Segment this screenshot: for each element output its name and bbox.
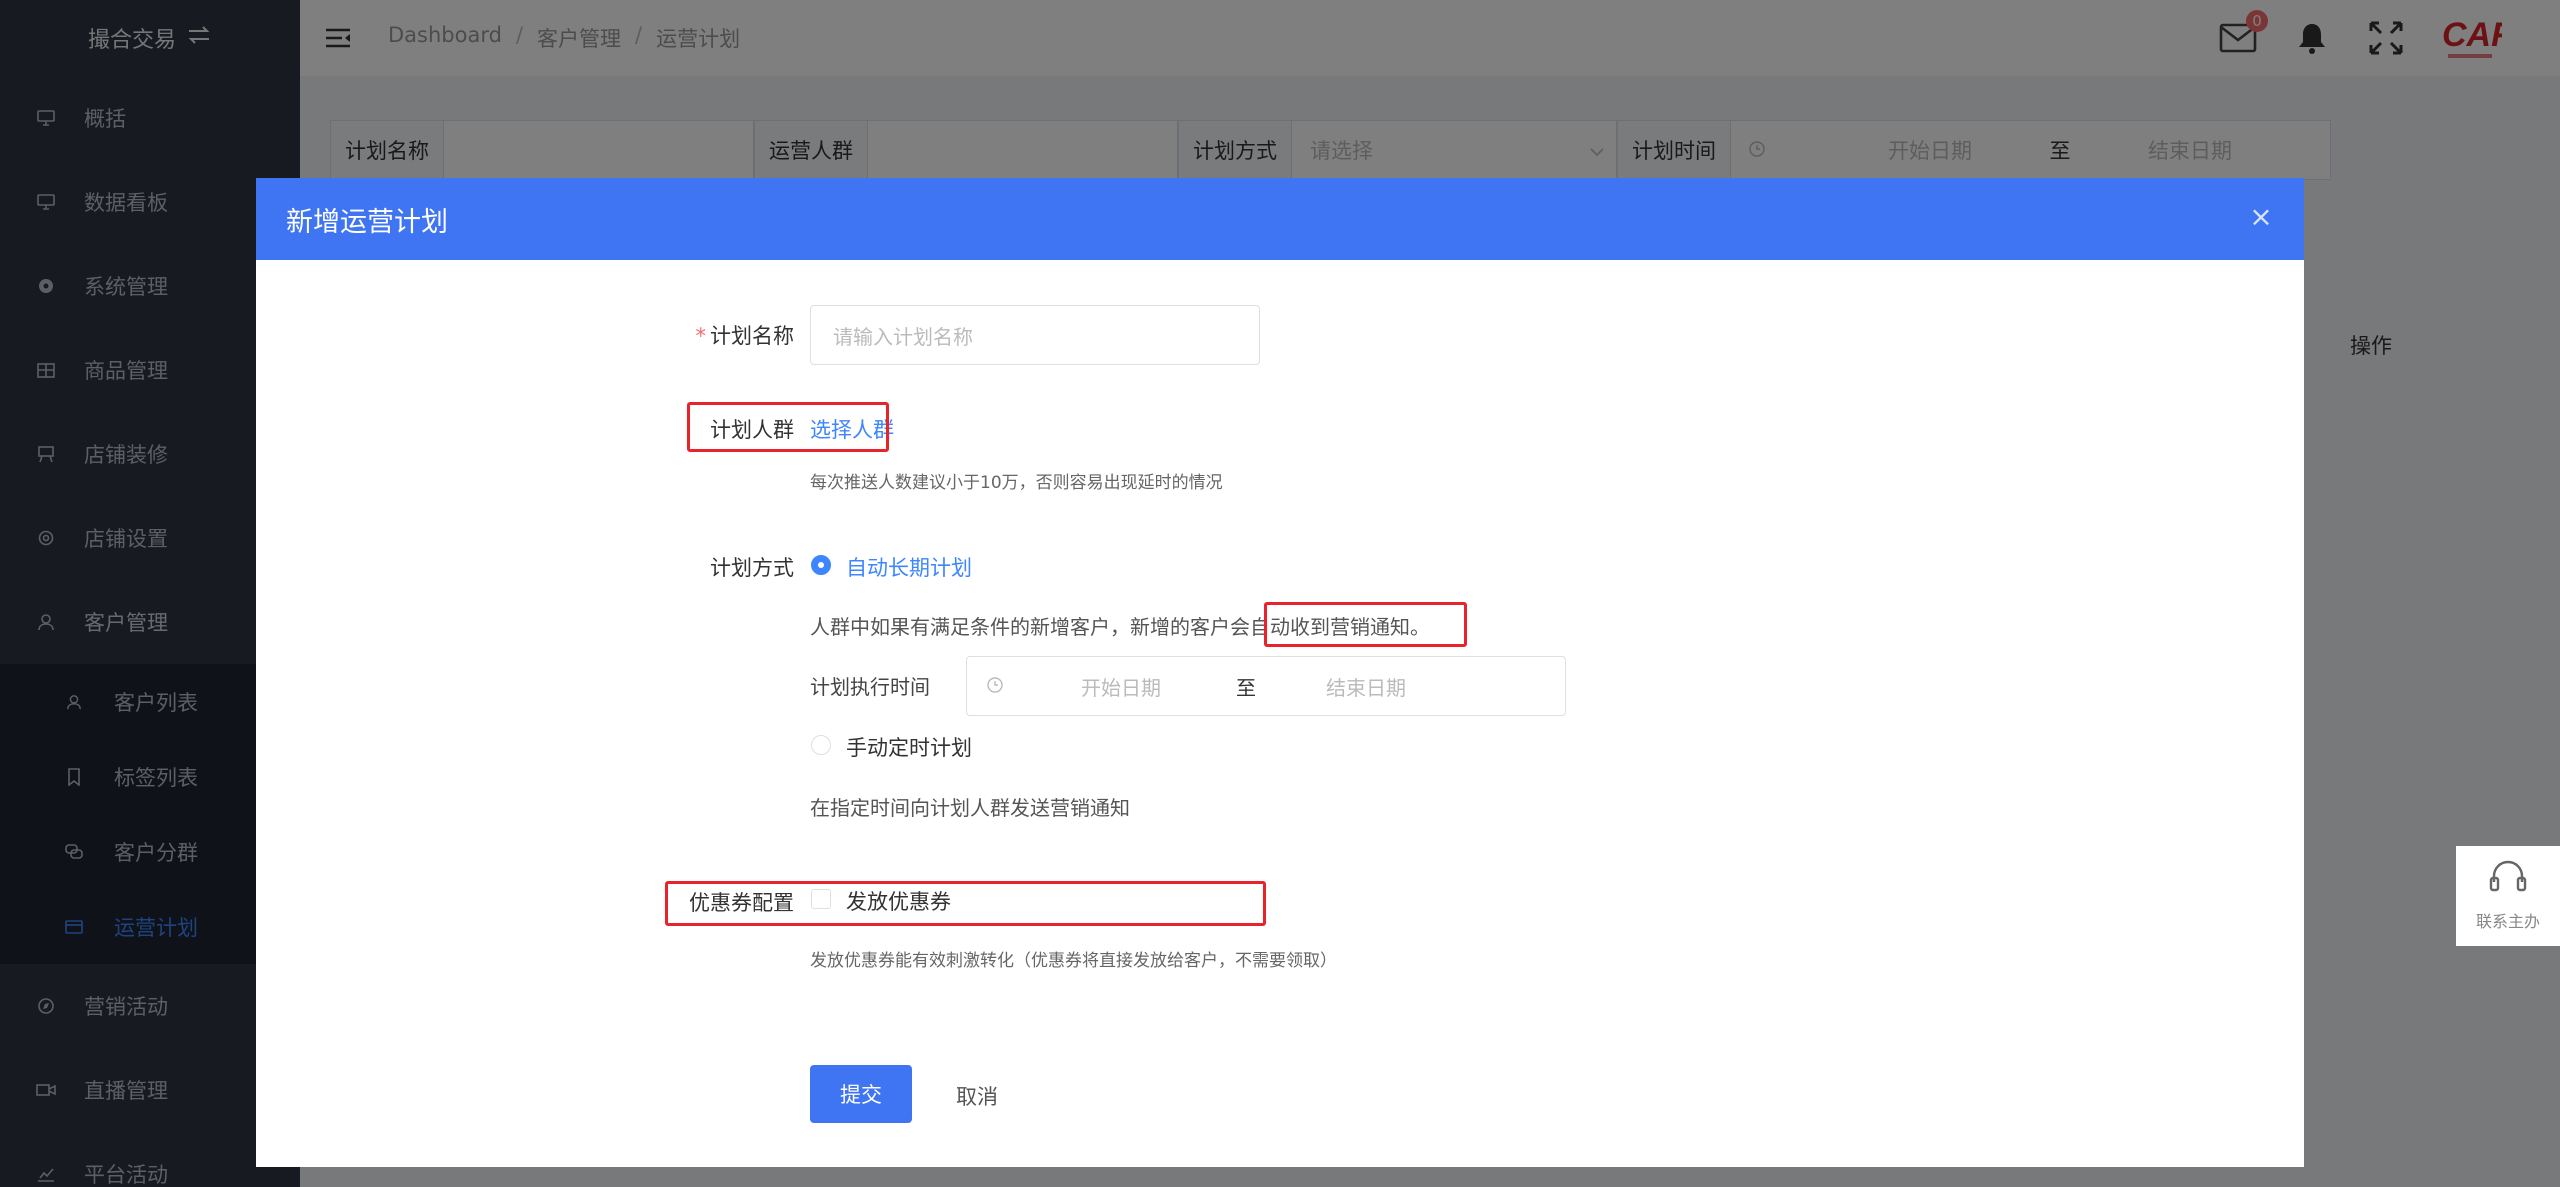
required-mark: * (695, 324, 707, 348)
coupon-hint: 发放优惠券能有效刺激转化（优惠券将直接发放给客户，不需要领取） (810, 951, 1337, 971)
plan-name-label: * 计划名称 (634, 320, 795, 350)
contact-organizer-widget[interactable]: 联系主办 (2456, 846, 2560, 946)
manual-plan-desc: 在指定时间向计划人群发送营销通知 (810, 796, 1130, 820)
exec-time-label: 计划执行时间 (810, 675, 930, 699)
highlight-box (687, 402, 889, 452)
crowd-hint: 每次推送人数建议小于10万，否则容易出现延时的情况 (810, 473, 1223, 493)
auto-desc-prefix: 人群中如果有满足条件的新增客户，新增的客户会 (810, 615, 1250, 639)
submit-button[interactable]: 提交 (810, 1065, 912, 1123)
auto-plan-option[interactable]: 自动长期计划 (846, 552, 972, 582)
modal-header: 新增运营计划 × (256, 178, 2304, 260)
exec-to: 至 (1236, 675, 1256, 700)
auto-plan-radio[interactable] (811, 555, 831, 575)
add-plan-modal: 新增运营计划 × * 计划名称 请输入计划名称 计划人群 选择人群 每次推送人数建… (256, 178, 2304, 1167)
highlight-box (1264, 602, 1467, 647)
close-icon[interactable]: × (2248, 203, 2274, 231)
manual-plan-option[interactable]: 手动定时计划 (846, 732, 972, 762)
headset-icon (2488, 860, 2528, 900)
plan-name-placeholder: 请输入计划名称 (833, 324, 973, 349)
exec-end-date: 结束日期 (1326, 675, 1406, 700)
plan-name-label-text: 计划名称 (710, 324, 794, 348)
modal-title: 新增运营计划 (286, 206, 448, 238)
highlight-box (665, 881, 1266, 926)
method-label: 计划方式 (710, 556, 794, 580)
contact-label: 联系主办 (2475, 912, 2540, 931)
manual-plan-radio[interactable] (811, 735, 831, 755)
plan-name-input[interactable]: 请输入计划名称 (810, 305, 1260, 365)
exec-start-date: 开始日期 (1081, 675, 1161, 700)
cancel-button[interactable]: 取消 (956, 1081, 998, 1111)
exec-date-range[interactable]: 开始日期 至 结束日期 (966, 656, 1566, 716)
clock-icon (987, 674, 1003, 698)
